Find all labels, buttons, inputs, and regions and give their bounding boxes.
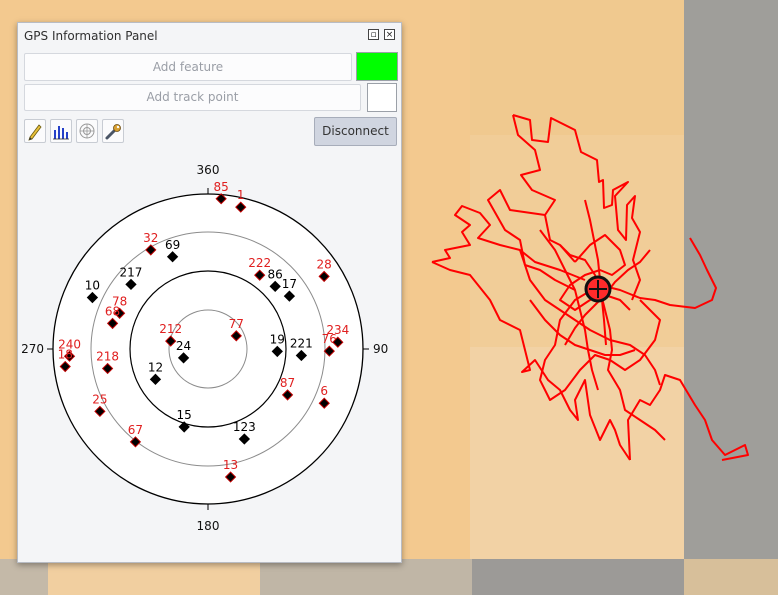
track-point-color-swatch bbox=[367, 83, 397, 112]
satellite-prn-label: 69 bbox=[165, 238, 180, 252]
gps-information-panel: GPS Information Panel ▫ × Add feature Ad… bbox=[17, 22, 402, 563]
satellite-prn-label: 1 bbox=[237, 188, 245, 202]
add-feature-button[interactable]: Add feature bbox=[24, 53, 352, 81]
pencil-icon bbox=[28, 124, 42, 141]
satellite-radar-icon bbox=[79, 123, 95, 139]
satellite-prn-label: 85 bbox=[214, 180, 229, 194]
satellite-prn-label: 17 bbox=[282, 277, 297, 291]
tool-position-button[interactable] bbox=[24, 119, 46, 143]
direction-east-label: 90 bbox=[373, 342, 388, 356]
satellite-prn-label: 234 bbox=[326, 323, 349, 337]
satellite-prn-label: 28 bbox=[316, 257, 331, 271]
tool-signal-button[interactable] bbox=[50, 119, 72, 143]
satellite-skyplot: 360 90 180 270 85132 69217222 288617107868… bbox=[21, 163, 388, 533]
satellite-prn-label: 86 bbox=[268, 267, 283, 281]
direction-west-label: 270 bbox=[21, 342, 44, 356]
satellite-prn-label: 212 bbox=[159, 322, 182, 336]
satellite-marker: 1 bbox=[235, 188, 247, 213]
satellite-prn-label: 217 bbox=[120, 265, 143, 279]
tool-satellites-button[interactable] bbox=[76, 119, 98, 143]
gps-position-icon bbox=[584, 275, 612, 303]
direction-north-label: 360 bbox=[197, 163, 220, 177]
satellite-prn-label: 12 bbox=[148, 360, 163, 374]
satellite-prn-label: 221 bbox=[290, 337, 313, 351]
satellite-prn-label: 10 bbox=[85, 279, 100, 293]
satellite-prn-label: 218 bbox=[96, 350, 119, 364]
satellite-prn-label: 19 bbox=[270, 332, 285, 346]
satellite-marker: 6 bbox=[318, 384, 330, 409]
satellite-prn-label: 25 bbox=[92, 392, 107, 406]
satellite-prn-label: 24 bbox=[176, 339, 191, 353]
satellite-prn-label: 87 bbox=[280, 376, 295, 390]
satellite-prn-label: 13 bbox=[223, 458, 238, 472]
tool-options-button[interactable] bbox=[102, 119, 124, 143]
close-panel-button[interactable]: × bbox=[384, 29, 395, 40]
disconnect-button[interactable]: Disconnect bbox=[314, 117, 397, 146]
panel-title: GPS Information Panel bbox=[24, 29, 158, 43]
bar-chart-icon bbox=[53, 126, 69, 140]
wrench-icon bbox=[105, 124, 121, 140]
satellite-prn-label: 77 bbox=[229, 317, 244, 331]
satellite-prn-label: 67 bbox=[128, 423, 143, 437]
satellite-prn-label: 123 bbox=[233, 420, 256, 434]
satellite-prn-label: 32 bbox=[143, 231, 158, 245]
gps-fix-status-swatch bbox=[356, 52, 398, 81]
add-track-point-button[interactable]: Add track point bbox=[24, 84, 361, 111]
restore-panel-button[interactable]: ▫ bbox=[368, 29, 379, 40]
satellite-prn-label: 68 bbox=[105, 304, 120, 318]
satellite-prn-label: 15 bbox=[177, 408, 192, 422]
satellite-prn-label: 6 bbox=[320, 384, 328, 398]
direction-south-label: 180 bbox=[197, 519, 220, 533]
satellite-prn-label: 18 bbox=[58, 348, 73, 362]
